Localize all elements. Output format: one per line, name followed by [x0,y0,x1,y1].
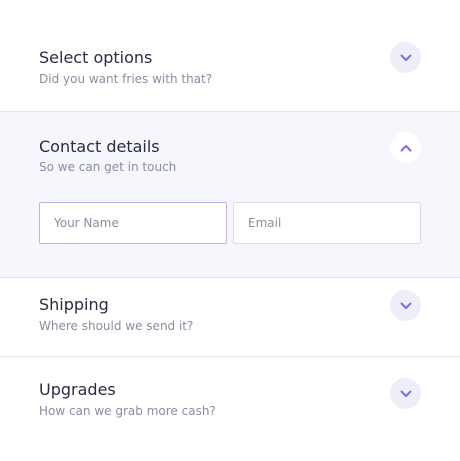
name-field[interactable] [39,202,227,244]
chevron-down-icon [400,54,411,61]
chevron-down-icon [400,302,411,309]
section-title: Select options [39,48,153,67]
section-subtitle: How can we grab more cash? [39,404,216,418]
chevron-up-icon [400,144,411,151]
section-select-options[interactable]: Select options Did you want fries with t… [0,0,460,111]
section-subtitle: Where should we send it? [39,319,194,333]
checkout-accordion: Select options Did you want fries with t… [0,0,460,461]
section-title: Shipping [39,295,109,314]
email-field[interactable] [233,202,421,244]
expand-shipping-button[interactable] [390,290,421,321]
section-title: Upgrades [39,380,116,399]
section-title: Contact details [39,137,160,156]
collapse-contact-details-button[interactable] [390,132,421,163]
section-subtitle: So we can get in touch [39,160,177,174]
section-subtitle: Did you want fries with that? [39,72,213,86]
section-shipping[interactable]: Shipping Where should we send it? [0,278,460,356]
expand-select-options-button[interactable] [390,42,421,73]
chevron-down-icon [400,390,411,397]
section-upgrades[interactable]: Upgrades How can we grab more cash? [0,357,460,461]
expand-upgrades-button[interactable] [390,378,421,409]
